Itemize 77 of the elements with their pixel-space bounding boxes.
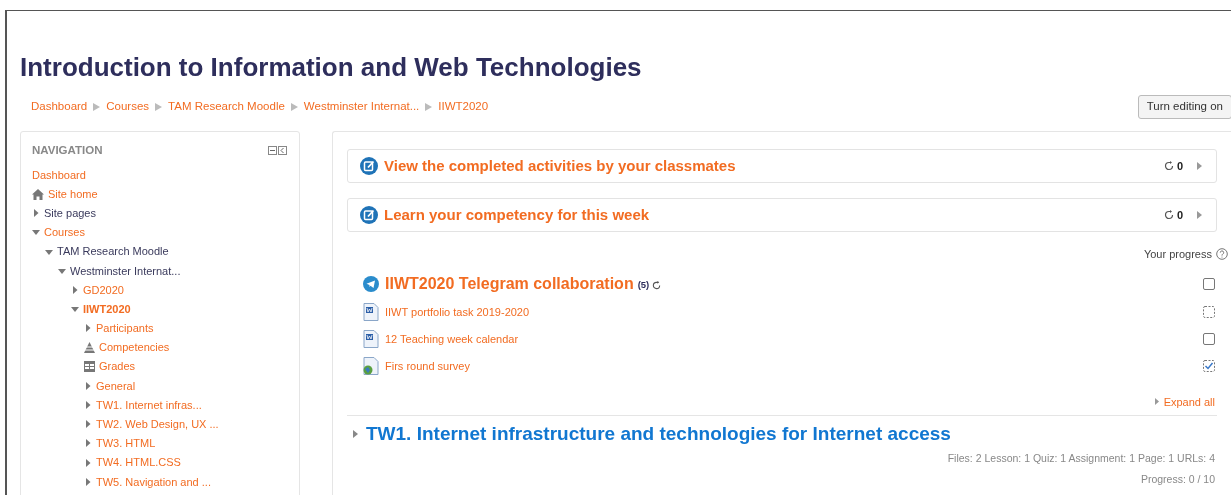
nav-item[interactable]: Site home: [48, 185, 98, 203]
expand-all-link[interactable]: Expand all: [1163, 393, 1215, 410]
checkbox[interactable]: [1203, 306, 1215, 318]
home-icon: [32, 188, 44, 200]
document-globe-icon: [363, 357, 379, 375]
activity-link[interactable]: Firs round survey: [385, 357, 470, 375]
separator-icon: [93, 103, 101, 111]
breadcrumb-link[interactable]: Dashboard: [31, 98, 88, 116]
count-label: 0: [1176, 158, 1183, 174]
caret-right-icon[interactable]: [84, 324, 92, 333]
document-icon: [363, 303, 379, 321]
separator-icon: [425, 103, 433, 111]
navigation-title: NAVIGATION: [32, 143, 103, 158]
nav-item[interactable]: TW4. HTML.CSS: [96, 454, 181, 471]
caret-right-icon[interactable]: [84, 439, 92, 448]
nav-item[interactable]: IIWT2020: [83, 300, 131, 318]
activity-link[interactable]: Learn your competency for this week: [384, 203, 650, 227]
caret-down-icon[interactable]: [58, 266, 66, 275]
activity-link[interactable]: IIWT portfolio task 2019-2020: [385, 303, 530, 321]
nav-item[interactable]: TW2. Web Design, UX ...: [96, 416, 219, 433]
checkbox[interactable]: [1203, 277, 1215, 290]
caret-right-icon[interactable]: [84, 401, 92, 410]
edit-icon: [360, 206, 378, 224]
edit-icon: [360, 157, 378, 175]
page-title: Introduction to Information and Web Technologies: [20, 53, 643, 81]
table-icon: [84, 361, 95, 373]
nav-item[interactable]: Participants: [96, 320, 154, 337]
caret-right-icon[interactable]: [353, 430, 358, 439]
telegram-icon: [363, 275, 379, 292]
caret-right-icon[interactable]: [1197, 162, 1202, 170]
refresh-icon: [1163, 161, 1174, 171]
nav-item[interactable]: Site pages: [44, 204, 96, 222]
count-label: 0: [1176, 207, 1183, 223]
nav-item[interactable]: Westminster Internat...: [70, 262, 181, 280]
help-icon[interactable]: [1216, 248, 1228, 261]
nav-item[interactable]: TAM Research Moodle: [57, 243, 169, 260]
your-progress-label: Your progress: [1143, 247, 1212, 262]
caret-down-icon[interactable]: [45, 247, 53, 256]
refresh-icon: [1163, 210, 1174, 220]
checked-checkbox[interactable]: [1203, 360, 1215, 372]
triangle-icon: [84, 342, 95, 354]
nav-item[interactable]: TW3. HTML: [96, 435, 156, 452]
caret-right-icon[interactable]: [84, 458, 92, 467]
section-title-link[interactable]: TW1. Internet infrastructure and technologies for Internet access: [366, 420, 951, 449]
caret-right-icon[interactable]: [84, 477, 92, 486]
nav-item[interactable]: Dashboard: [32, 166, 86, 184]
breadcrumb-link[interactable]: Westminster Internat...: [303, 98, 420, 116]
caret-right-icon: [1154, 398, 1159, 406]
caret-down-icon[interactable]: [71, 305, 79, 314]
nav-item[interactable]: Courses: [44, 224, 85, 241]
nav-item[interactable]: General: [96, 377, 136, 395]
nav-item[interactable]: TW5. Navigation and ...: [96, 473, 211, 491]
nav-item[interactable]: TW1. Internet infras...: [96, 396, 202, 414]
separator-icon: [290, 103, 298, 111]
checkbox[interactable]: [1203, 333, 1215, 345]
nav-item[interactable]: GD2020: [83, 281, 124, 299]
breadcrumb-link[interactable]: TAM Research Moodle: [168, 98, 285, 116]
nav-item[interactable]: Grades: [99, 358, 136, 375]
activity-link[interactable]: 12 Teaching week calendar: [385, 330, 519, 348]
caret-right-icon[interactable]: [84, 420, 92, 429]
separator-icon: [155, 103, 163, 111]
caret-down-icon[interactable]: [32, 228, 40, 237]
turn-editing-on-button[interactable]: Turn editing on: [1137, 95, 1231, 119]
caret-right-icon[interactable]: [71, 285, 79, 294]
post-count: (5): [637, 277, 650, 292]
caret-right-icon[interactable]: [1197, 211, 1202, 219]
activity-summary: Files: 2 Lesson: 1 Quiz: 1 Assignment: 1 Page: 1 URLs: 4: [946, 450, 1216, 466]
document-icon: [363, 330, 379, 348]
dock-controls-icon[interactable]: [268, 146, 288, 156]
breadcrumb-link[interactable]: IIWT2020: [438, 98, 489, 116]
nav-item[interactable]: Competencies: [99, 339, 170, 356]
caret-right-icon[interactable]: [84, 381, 92, 390]
caret-right-icon[interactable]: [32, 209, 40, 218]
activity-link[interactable]: View the completed activities by your classmates: [384, 154, 736, 178]
breadcrumb-link[interactable]: Courses: [106, 98, 150, 116]
activity-link[interactable]: IIWT2020 Telegram collaboration: [385, 271, 634, 296]
refresh-icon: [652, 280, 662, 290]
